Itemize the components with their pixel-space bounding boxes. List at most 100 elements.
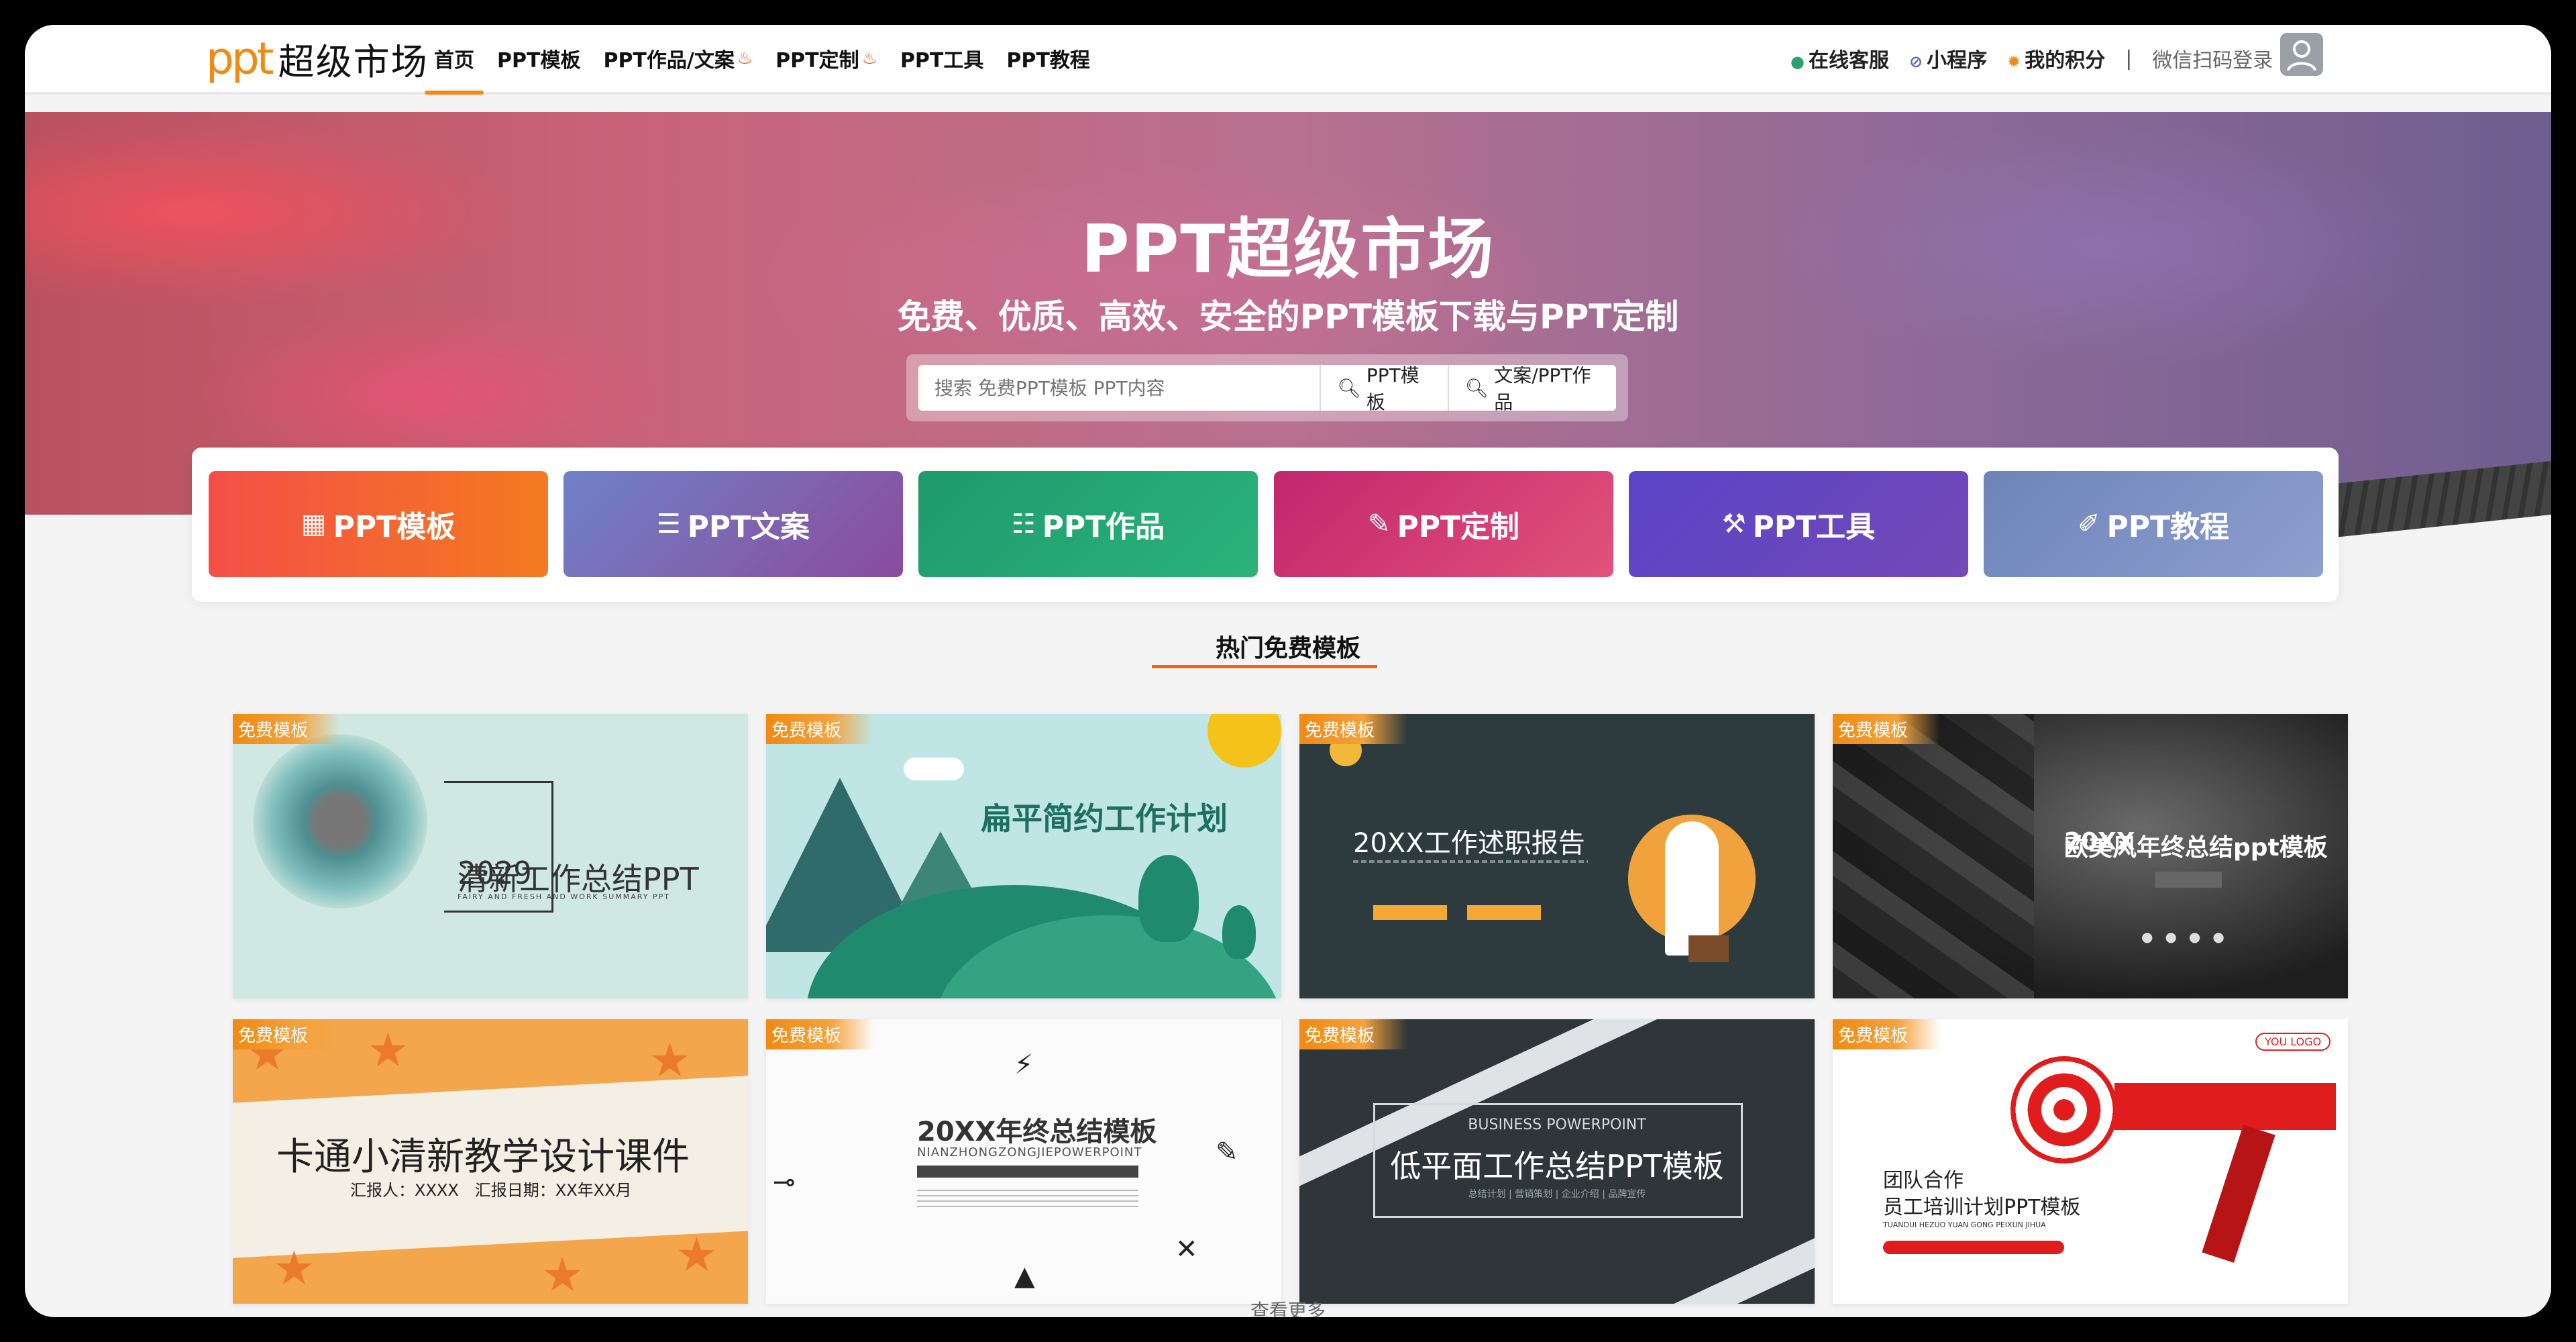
- nav-item-templates[interactable]: PPT模板: [497, 25, 580, 92]
- free-template-badge: 免费模板: [766, 714, 874, 744]
- category-label: PPT工具: [1752, 510, 1876, 544]
- grid-icon: ▦: [301, 509, 327, 539]
- card-title: 卡通小清新教学设计课件: [276, 1135, 690, 1179]
- free-template-badge: 免费模板: [1299, 1019, 1407, 1049]
- my-points-link[interactable]: ✹ 我的积分: [2007, 44, 2105, 73]
- list-bullets-icon: ☷: [1011, 509, 1036, 539]
- free-template-badge: 免费模板: [233, 1019, 341, 1049]
- browser-viewport: ppt 超级市场 首页 PPT模板 PPT作品/文案 ♨ PPT定制 ♨ PPT工具…: [25, 25, 2551, 1317]
- target-icon: [2010, 1056, 2118, 1164]
- online-service-label: 在线客服: [1808, 49, 1889, 72]
- search-icon: 🔍︎: [1337, 376, 1361, 399]
- search-bar: 🔍︎ PPT模板 🔍︎ 文案/PPT作品: [906, 354, 1628, 421]
- search-input[interactable]: [918, 365, 1320, 411]
- magnet-icon: ⊸: [773, 1167, 796, 1198]
- star-icon: ★: [676, 1227, 718, 1282]
- mini-program-icon: ⊘: [1909, 52, 1923, 71]
- hero-roof-decoration: [2337, 461, 2551, 537]
- category-label: PPT模板: [333, 510, 456, 544]
- search-templates-button[interactable]: 🔍︎ PPT模板: [1320, 365, 1448, 411]
- template-card[interactable]: ★ ★ ★ ★ ★ ★ 免费模板 卡通小清新教学设计课件 汇报人：XXXX 汇报…: [233, 1019, 748, 1304]
- category-copywriting-button[interactable]: ☰ PPT文案: [564, 471, 903, 577]
- nav-item-label: 首页: [434, 49, 474, 72]
- nav-item-works[interactable]: PPT作品/文案 ♨: [603, 25, 753, 92]
- dots-decoration: ●●●●: [2141, 929, 2237, 945]
- chat-icon: ●: [1790, 52, 1805, 71]
- category-tutorials-button[interactable]: ✐ PPT教程: [1984, 471, 2323, 577]
- tag-placeholder: [1373, 905, 1447, 920]
- card-title: 团队合作: [1883, 1169, 1964, 1192]
- category-custom-button[interactable]: ✎ PPT定制: [1274, 471, 1613, 577]
- category-label: PPT文案: [687, 510, 810, 544]
- category-label: PPT定制: [1397, 510, 1520, 544]
- search-works-label: 文案/PPT作品: [1494, 365, 1591, 411]
- template-card[interactable]: 免费模板 20XX工作述职报告: [1299, 714, 1815, 998]
- nav-right: ● 在线客服 ⊘ 小程序 ✹ 我的积分 | 微信扫码登录 >: [1790, 25, 2296, 92]
- briefcase-icon: [1688, 935, 1729, 962]
- star-icon: ★: [367, 1023, 409, 1078]
- nav-item-home[interactable]: 首页: [425, 25, 484, 95]
- nav-item-tools[interactable]: PPT工具: [900, 25, 983, 92]
- top-nav: ppt 超级市场 首页 PPT模板 PPT作品/文案 ♨ PPT定制 ♨ PPT工具…: [25, 25, 2551, 95]
- card-title-2: 员工培训计划PPT模板: [1883, 1196, 2081, 1219]
- online-service-link[interactable]: ● 在线客服: [1790, 44, 1889, 73]
- category-works-button[interactable]: ☷ PPT作品: [918, 471, 1258, 577]
- lightning-icon: ⚡: [1014, 1049, 1034, 1080]
- text-placeholder: [917, 1187, 1138, 1207]
- search-box: 🔍︎ PPT模板 🔍︎ 文案/PPT作品: [918, 365, 1616, 411]
- template-card[interactable]: 免费模板 BUSINESS POWERPOINT 低平面工作总结PPT模板 总结…: [1299, 1019, 1815, 1304]
- ribbon-illustration: [2202, 1125, 2275, 1263]
- nav-item-label: PPT定制: [775, 49, 859, 72]
- wechat-login-link[interactable]: 微信扫码登录 >: [2152, 44, 2296, 73]
- view-more-link[interactable]: 查看更多: [25, 1296, 2551, 1317]
- card-subtitle: NIANZHONGZONGJIEPOWERPOINT: [917, 1145, 1142, 1159]
- nav-item-label: PPT模板: [497, 49, 581, 72]
- hero-title: PPT超级市场: [1081, 211, 1495, 288]
- category-templates-button[interactable]: ▦ PPT模板: [209, 471, 548, 577]
- card-title: 低平面工作总结PPT模板: [1390, 1148, 1724, 1184]
- card-title: 20XX工作述职报告: [1353, 828, 1585, 859]
- card-title: 20XX年终总结模板: [917, 1117, 1157, 1147]
- text-placeholder: [1353, 860, 1588, 863]
- tag-placeholder: [2155, 872, 2222, 888]
- tree-illustration: [1222, 905, 1256, 959]
- template-card[interactable]: 免费模板 2029 清新工作总结PPT FAIRY AND FRESH AND …: [233, 714, 748, 998]
- template-card[interactable]: 免费模板 ⚡ ✎ ⊸ ✕ ▲ 20XX年终总结模板 NIANZHONGZONGJ…: [766, 1019, 1281, 1304]
- nav-item-tutorials[interactable]: PPT教程: [1006, 25, 1089, 92]
- section-title: 热门免费模板: [1215, 635, 1360, 662]
- site-logo[interactable]: ppt 超级市场: [206, 33, 429, 85]
- mini-program-link[interactable]: ⊘ 小程序: [1909, 44, 1987, 73]
- sun-illustration: [1208, 714, 1281, 768]
- free-template-badge: 免费模板: [233, 714, 341, 744]
- tree-illustration: [1138, 855, 1199, 942]
- nav-menu: 首页 PPT模板 PPT作品/文案 ♨ PPT定制 ♨ PPT工具 PPT教程: [425, 25, 1090, 95]
- template-card[interactable]: 免费模板 扁平简约工作计划: [766, 714, 1281, 998]
- flower-illustration: [253, 734, 427, 909]
- nav-item-custom[interactable]: PPT定制 ♨: [775, 25, 877, 92]
- user-avatar-icon[interactable]: [2280, 33, 2323, 76]
- close-icon: ✕: [1175, 1234, 1198, 1265]
- tag-bar: [917, 1166, 1138, 1178]
- free-template-badge: 免费模板: [1299, 714, 1407, 744]
- free-template-badge: 免费模板: [1833, 1019, 1941, 1049]
- category-panel: ▦ PPT模板 ☰ PPT文案 ☷ PPT作品 ✎ PPT定制 ⚒ PPT工具 …: [192, 448, 2339, 602]
- wrench-icon: ⚒: [1721, 509, 1746, 539]
- hero-subtitle: 免费、优质、高效、安全的PPT模板下载与PPT定制: [897, 297, 1679, 336]
- list-icon: ☰: [656, 509, 681, 539]
- pencil-icon: ✎: [1216, 1137, 1238, 1168]
- card-subtitle: 汇报人：XXXX 汇报日期：XX年XX月: [350, 1181, 632, 1200]
- card-tags: 总结计划 | 营销策划 | 企业介绍 | 品牌宣传: [1468, 1189, 1646, 1200]
- template-card[interactable]: 免费模板 YOU LOGO 团队合作 员工培训计划PPT模板 TUANDUI H…: [1833, 1019, 2348, 1304]
- edit-icon: ✎: [1367, 509, 1391, 539]
- card-subtitle: FAIRY AND FRESH AND WORK SUMMARY PPT: [458, 892, 670, 901]
- category-tools-button[interactable]: ⚒ PPT工具: [1629, 471, 1968, 577]
- flame-icon: ♨: [861, 48, 877, 68]
- template-card[interactable]: 免费模板 20XX 欧美风年终总结ppt模板 ●●●●: [1833, 714, 2348, 998]
- search-works-button[interactable]: 🔍︎ 文案/PPT作品: [1447, 365, 1616, 411]
- card-subtitle: TUANDUI HEZUO YUAN GONG PEIXUN JIHUA: [1883, 1221, 2046, 1229]
- search-icon: 🔍︎: [1464, 376, 1489, 399]
- category-label: PPT教程: [2106, 510, 2230, 544]
- nav-item-label: PPT工具: [900, 49, 984, 72]
- flame-icon: ♨: [737, 48, 753, 68]
- category-label: PPT作品: [1042, 510, 1165, 544]
